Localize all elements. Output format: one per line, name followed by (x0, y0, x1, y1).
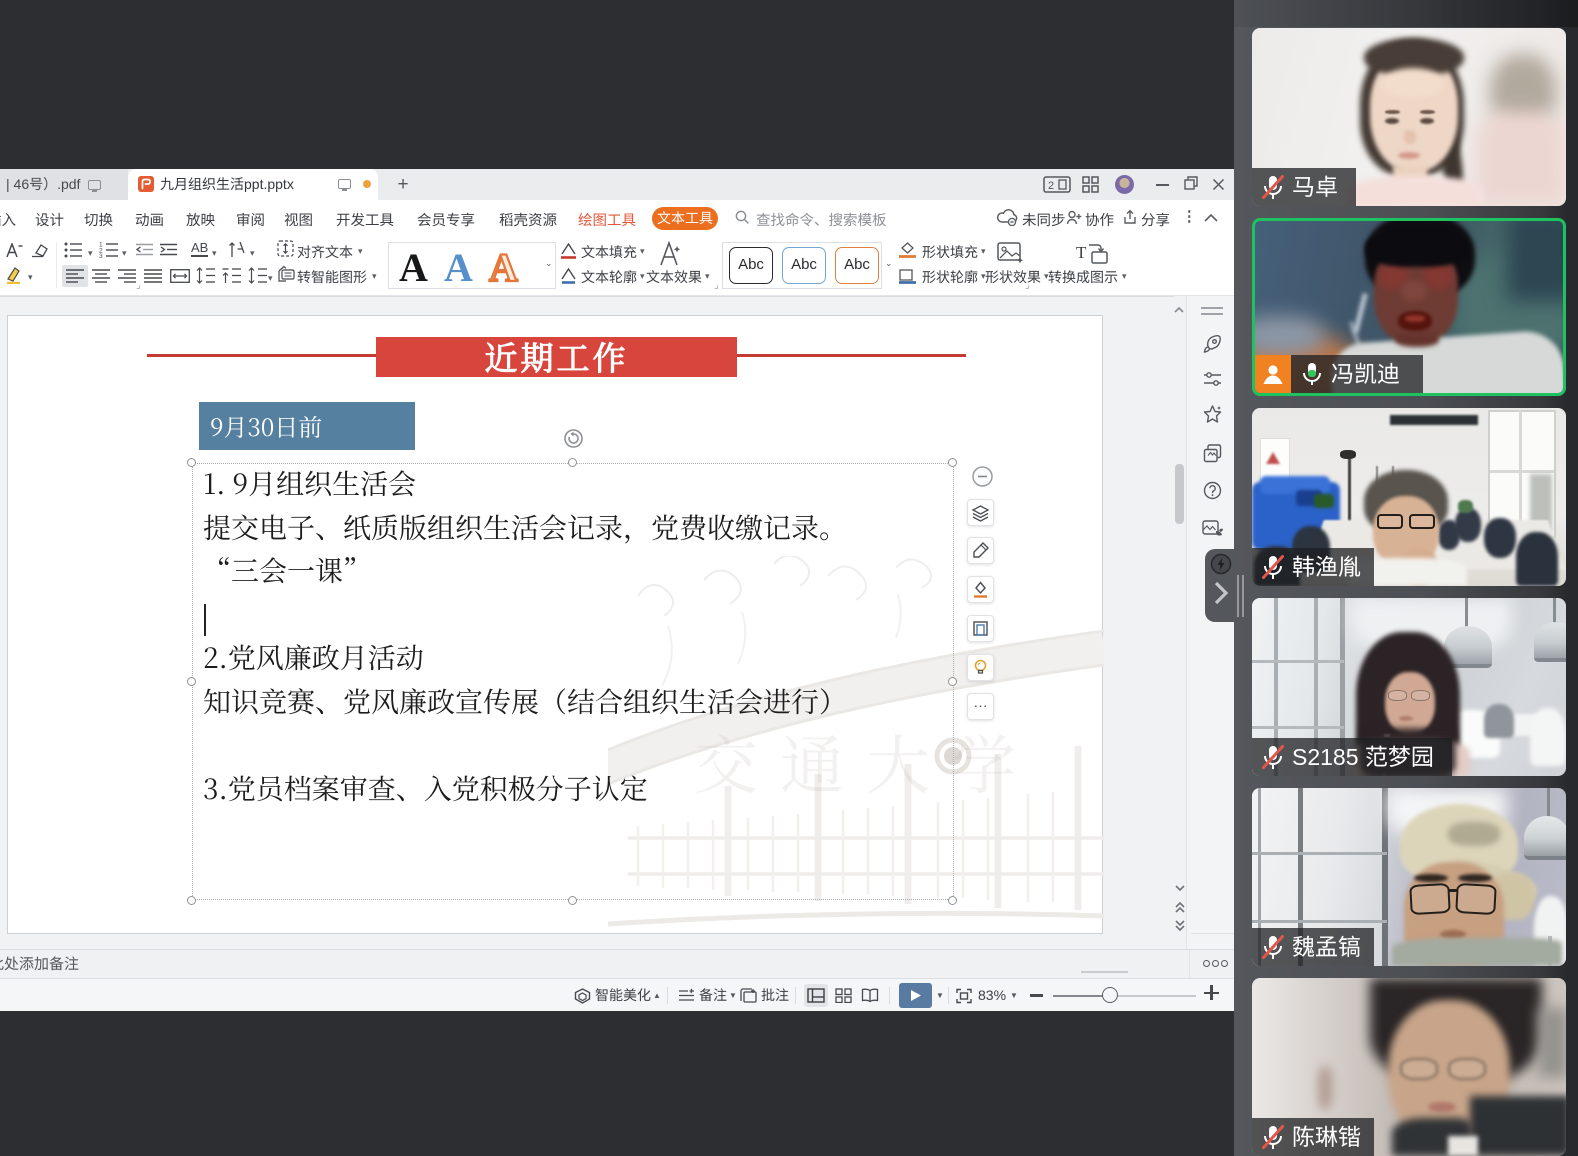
svg-text:2: 2 (1048, 180, 1054, 192)
svg-text:3: 3 (99, 253, 103, 258)
svg-text:T: T (1076, 243, 1087, 262)
